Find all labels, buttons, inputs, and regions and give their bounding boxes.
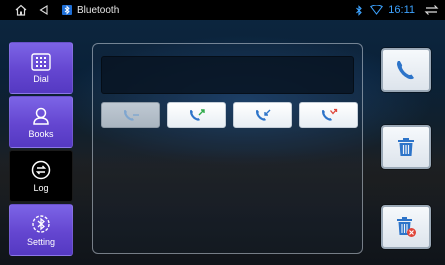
sidebar-item-log[interactable]: Log: [9, 150, 73, 202]
sidebar-item-label: Dial: [33, 73, 49, 84]
wifi-icon: [369, 0, 383, 20]
filter-incoming-button[interactable]: [233, 102, 292, 128]
sidebar-item-label: Setting: [26, 236, 56, 247]
dialpad-icon: [31, 52, 51, 71]
phone-call-icon: [397, 61, 414, 80]
bluetooth-app-icon: [62, 5, 72, 15]
outgoing-call-icon: [189, 109, 205, 121]
sidebar-item-setting[interactable]: Setting: [9, 204, 73, 256]
app-title: Bluetooth: [77, 4, 120, 16]
delete-all-button[interactable]: [381, 205, 431, 249]
bluetooth-settings-icon: [32, 214, 50, 233]
bluetooth-status-icon: [354, 0, 364, 20]
sidebar-item-books[interactable]: Books: [9, 96, 73, 148]
call-button[interactable]: [381, 48, 431, 92]
delete-button[interactable]: [381, 125, 431, 169]
sidebar-item-label: Books: [28, 128, 54, 139]
sidebar: Dial Books Log Setting: [9, 42, 73, 257]
trash-icon: [398, 138, 414, 156]
all-calls-icon: [123, 110, 139, 121]
recent-apps-icon[interactable]: [423, 0, 439, 20]
incoming-call-icon: [255, 109, 270, 121]
missed-call-icon: [321, 108, 337, 121]
status-icons: 16:11: [354, 0, 445, 20]
trash-all-icon: [397, 217, 416, 237]
filter-all-calls-button[interactable]: [101, 102, 160, 128]
call-log-panel: [92, 43, 363, 254]
clock: 16:11: [388, 4, 415, 16]
number-display: [101, 56, 354, 94]
swap-arrows-icon: [31, 160, 51, 179]
filter-outgoing-button[interactable]: [167, 102, 226, 128]
home-icon[interactable]: [14, 0, 28, 20]
sidebar-item-dial[interactable]: Dial: [9, 42, 73, 94]
screen-background: Bluetooth 16:11 Dial Books Log Setting: [0, 0, 445, 265]
sidebar-item-label: Log: [33, 182, 49, 193]
status-bar: Bluetooth 16:11: [0, 0, 445, 20]
contact-icon: [33, 107, 49, 125]
filter-missed-button[interactable]: [299, 102, 358, 128]
call-filter-tabs: [101, 102, 358, 128]
back-icon[interactable]: [37, 0, 49, 20]
